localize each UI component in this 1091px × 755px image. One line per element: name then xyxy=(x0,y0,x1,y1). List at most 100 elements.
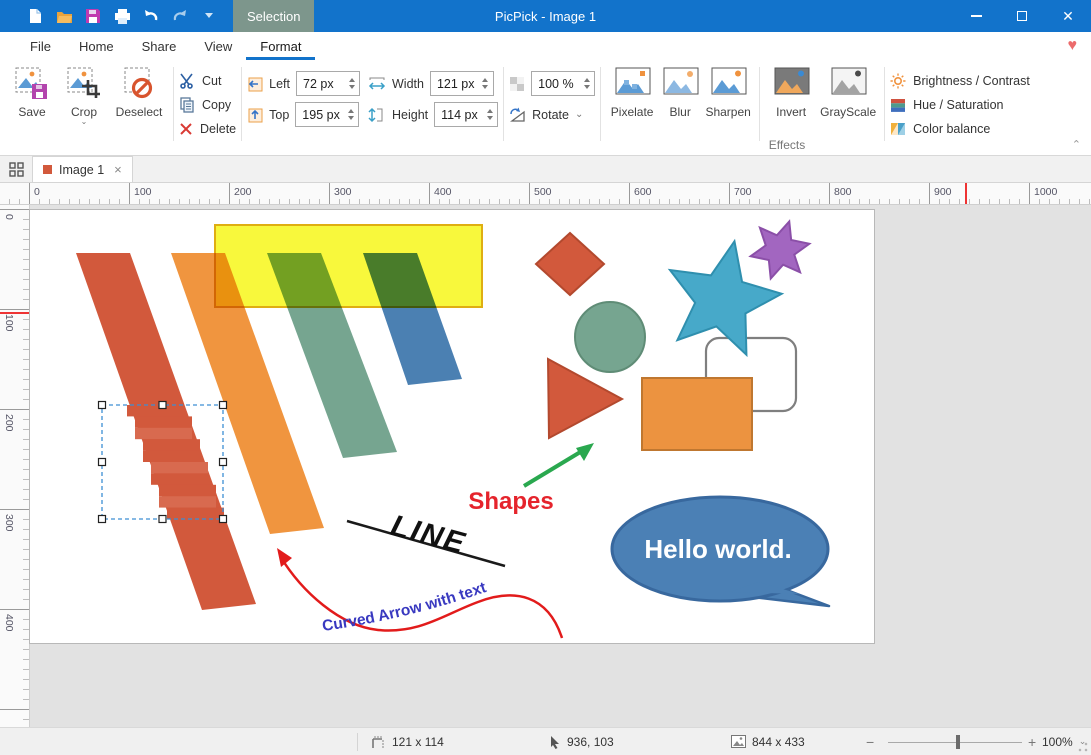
green-circle xyxy=(575,302,645,372)
green-arrow xyxy=(524,443,594,486)
heart-icon[interactable]: ♥ xyxy=(1068,37,1078,55)
top-position-icon xyxy=(247,107,263,123)
hue-saturation-button[interactable]: Hue / Saturation xyxy=(890,96,1030,113)
redo-icon[interactable] xyxy=(171,7,189,25)
ruler-label: 300 xyxy=(334,186,352,198)
selection-handle[interactable] xyxy=(99,516,106,523)
selection-handle[interactable] xyxy=(99,459,106,466)
rotate-dropdown-icon[interactable]: ⌄ xyxy=(575,112,583,117)
left-input[interactable]: 72 px xyxy=(296,71,360,96)
delete-button[interactable]: Delete xyxy=(179,120,236,137)
rotate-button[interactable]: Rotate ⌄ xyxy=(509,102,595,127)
tab-share[interactable]: Share xyxy=(128,32,191,60)
save-icon[interactable] xyxy=(84,7,102,25)
sharpen-icon xyxy=(710,66,746,102)
top-label: Top xyxy=(269,108,289,122)
cursor-icon xyxy=(549,735,561,749)
crop-dropdown-icon[interactable]: ⌄ xyxy=(58,119,110,124)
selection-handle[interactable] xyxy=(220,402,227,409)
document-tab-image1[interactable]: Image 1 × xyxy=(32,156,133,182)
ruler-label: 100 xyxy=(134,186,152,198)
ruler-label: 800 xyxy=(834,186,852,198)
zoom-slider-thumb[interactable] xyxy=(956,735,960,749)
selection-handle[interactable] xyxy=(159,516,166,523)
selection-handle[interactable] xyxy=(220,516,227,523)
brightness-icon xyxy=(890,73,906,89)
selection-widget-label: Selection xyxy=(247,9,300,24)
ribbon-tab-bar: File Home Share View Format ♥ xyxy=(0,32,1091,60)
width-input[interactable]: 121 px xyxy=(430,71,494,96)
image-canvas[interactable]: Shapes LINE Curved Arrow with text Hello… xyxy=(30,210,874,643)
scale-input[interactable]: 100 % xyxy=(531,71,595,96)
work-area: 0100200300400 xyxy=(0,205,1091,727)
print-icon[interactable] xyxy=(113,7,131,25)
ribbon-divider xyxy=(759,67,760,141)
close-button[interactable]: ✕ xyxy=(1045,0,1091,32)
top-spinner[interactable] xyxy=(343,103,358,126)
minimize-button[interactable] xyxy=(953,0,999,32)
title-bar: Selection PicPick - Image 1 ✕ xyxy=(0,0,1091,32)
scale-spinner[interactable] xyxy=(579,72,594,95)
maximize-button[interactable] xyxy=(999,0,1045,32)
left-spinner[interactable] xyxy=(344,72,359,95)
vertical-ruler: 0100200300400 xyxy=(0,205,30,727)
selection-handle[interactable] xyxy=(99,402,106,409)
height-spinner[interactable] xyxy=(482,103,497,126)
tab-grid-icon[interactable] xyxy=(0,156,32,182)
save-label: Save xyxy=(18,105,45,119)
cut-button[interactable]: Cut xyxy=(179,72,236,89)
collapse-ribbon-icon[interactable]: ⌃ xyxy=(1072,138,1081,151)
copy-button[interactable]: Copy xyxy=(179,96,236,113)
grayscale-label: GrayScale xyxy=(820,105,876,119)
image-size-status: 844 x 433 xyxy=(731,728,805,755)
ruler-label: 500 xyxy=(534,186,552,198)
tab-home[interactable]: Home xyxy=(65,32,128,60)
resize-grip[interactable] xyxy=(1078,742,1088,752)
height-icon xyxy=(368,107,386,123)
cursor-position-status: 936, 103 xyxy=(549,728,614,755)
selection-handle[interactable] xyxy=(159,402,166,409)
crop-button[interactable]: Crop ⌄ xyxy=(58,65,110,124)
blur-label: Blur xyxy=(669,105,690,119)
tab-file[interactable]: File xyxy=(16,32,65,60)
status-separator xyxy=(357,733,358,751)
window-controls: ✕ xyxy=(953,0,1091,32)
tab-view[interactable]: View xyxy=(190,32,246,60)
selection-widget-tab[interactable]: Selection xyxy=(233,0,314,32)
color-balance-button[interactable]: Color balance xyxy=(890,120,1030,137)
undo-icon[interactable] xyxy=(142,7,160,25)
qat-dropdown-icon[interactable] xyxy=(200,7,218,25)
zoom-in-button[interactable]: + xyxy=(1028,728,1036,755)
ruler-label: 300 xyxy=(3,514,15,532)
sharpen-button[interactable]: Sharpen xyxy=(702,65,754,119)
selection-handle[interactable] xyxy=(220,459,227,466)
ruler-label: 900 xyxy=(934,186,952,198)
grayscale-button[interactable]: GrayScale xyxy=(817,65,879,119)
tab-close-icon[interactable]: × xyxy=(114,162,122,177)
zoom-slider-track[interactable] xyxy=(888,742,1022,744)
new-file-icon[interactable] xyxy=(26,7,44,25)
invert-button[interactable]: Invert xyxy=(765,65,817,119)
selection-size-icon xyxy=(372,735,386,749)
ruler-label: 100 xyxy=(3,314,15,332)
zoom-out-button[interactable]: − xyxy=(866,728,874,755)
left-value: 72 px xyxy=(303,77,334,91)
deselect-button[interactable]: Deselect xyxy=(110,65,168,119)
open-folder-icon[interactable] xyxy=(55,7,73,25)
horizontal-ruler: 01002003004005006007008009001000 xyxy=(0,183,1091,205)
cursor-x-marker xyxy=(965,183,967,204)
top-input[interactable]: 195 px xyxy=(295,102,359,127)
height-input[interactable]: 114 px xyxy=(434,102,498,127)
color-balance-label: Color balance xyxy=(913,122,990,136)
tab-format[interactable]: Format xyxy=(246,32,315,60)
color-balance-icon xyxy=(890,121,906,137)
save-button[interactable]: Save xyxy=(6,65,58,119)
maximize-icon xyxy=(1017,11,1027,21)
invert-icon xyxy=(773,66,809,102)
ruler-label: 700 xyxy=(734,186,752,198)
pixelate-button[interactable]: Pixelate xyxy=(606,65,658,119)
document-tab-label: Image 1 xyxy=(59,163,104,177)
width-spinner[interactable] xyxy=(478,72,493,95)
blur-button[interactable]: Blur xyxy=(658,65,702,119)
brightness-contrast-button[interactable]: Brightness / Contrast xyxy=(890,72,1030,89)
